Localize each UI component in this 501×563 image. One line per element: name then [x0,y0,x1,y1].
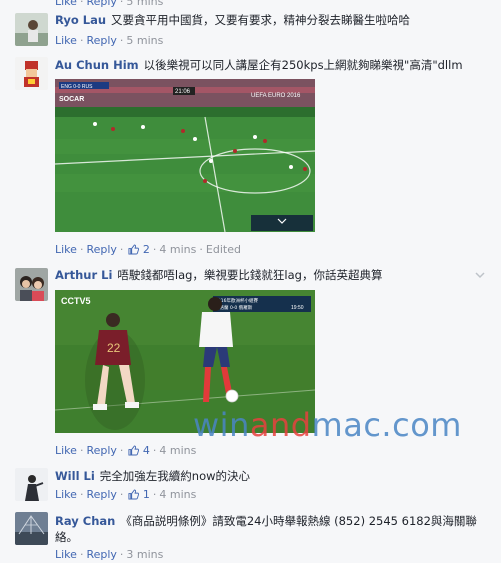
reaction-count[interactable]: 4 [126,444,150,457]
reply-link[interactable]: Reply [86,243,116,256]
channel-logo: CCTV5 [61,296,91,306]
player-number: 22 [107,341,121,355]
like-link[interactable]: Like [55,34,77,47]
comment-author[interactable]: Ray Chan [55,514,115,528]
reaction-count[interactable]: 1 [126,488,150,501]
comment-text: 《商品説明條例》請致電24小時舉報熱線 (852) 2545 6182與海關聯絡… [55,514,477,544]
reaction-count[interactable]: 2 [126,243,150,256]
sponsor-board: SOCAR [59,96,84,103]
reply-link[interactable]: Reply [86,0,116,8]
reply-link[interactable]: Reply [86,34,116,47]
comment-author[interactable]: Au Chun Him [55,58,139,72]
comment-author[interactable]: Ryo Lau [55,13,106,27]
time-label: 5 mins [126,0,164,8]
match-clock: 21:06 [175,89,191,95]
avatar[interactable] [15,13,48,46]
comment-author[interactable]: Arthur Li [55,268,112,282]
thumbs-up-icon [128,445,140,456]
comment-actions: Like · Reply · 1 · 4 mins [55,488,197,501]
time-label: 3 mins [126,548,164,561]
match-clock: 19:50 [291,305,304,311]
comment-text: 唔駛錢都唔lag，樂視要比錢就狂lag，你話英超典算 [117,268,383,282]
like-link[interactable]: Like [55,0,77,8]
like-link[interactable]: Like [55,488,77,501]
time-label: 4 mins [159,243,197,256]
previous-comment-actions: Like · Reply · 5 mins [0,0,501,8]
thumbs-up-icon [128,244,140,255]
comment-text: 以後樂視可以同人講屋企有250kps上網就夠睇樂視"高清"dllm [143,58,463,72]
time-label: 4 mins [159,444,197,457]
like-link[interactable]: Like [55,444,77,457]
reply-link[interactable]: Reply [86,488,116,501]
reply-link[interactable]: Reply [86,548,116,561]
site-watermark: winandmac.com [193,406,462,444]
comment-author[interactable]: Will Li [55,469,95,483]
avatar[interactable] [15,268,48,301]
time-label: 5 mins [126,34,164,47]
avatar[interactable] [15,468,48,501]
event-board: UEFA EURO 2016 [251,93,301,99]
thumbs-up-icon [128,489,140,500]
avatar[interactable] [15,512,48,545]
comment-text: 完全加強左我續約now的決心 [99,469,251,483]
reaction-count-number: 4 [142,444,150,457]
comment-actions: Like · Reply · 2 · 4 mins · Edited [55,243,241,256]
comment-actions: Like · Reply · 5 mins [55,34,164,47]
avatar[interactable] [15,57,48,90]
time-label: 4 mins [159,488,197,501]
edited-label: Edited [205,243,241,256]
comment-actions: Like · Reply · 4 · 4 mins [55,444,197,457]
reaction-count-number: 1 [142,488,150,501]
comment-text: 又要貪平用中國貨，又要有要求，精神分裂去睇醫生啦哈哈 [111,13,411,27]
reply-link[interactable]: Reply [86,444,116,457]
scoreboard-teams: ENG 0-0 RUS [61,84,93,90]
comment-actions: Like · Reply · 3 mins [55,548,164,561]
chevron-down-icon[interactable] [475,270,485,280]
like-link[interactable]: Like [55,243,77,256]
reaction-count-number: 2 [142,243,150,256]
like-link[interactable]: Like [55,548,77,561]
attached-video-screenshot[interactable]: ENG 0-0 RUS 21:06 SOCAR UEFA EURO 2016 [55,79,315,232]
